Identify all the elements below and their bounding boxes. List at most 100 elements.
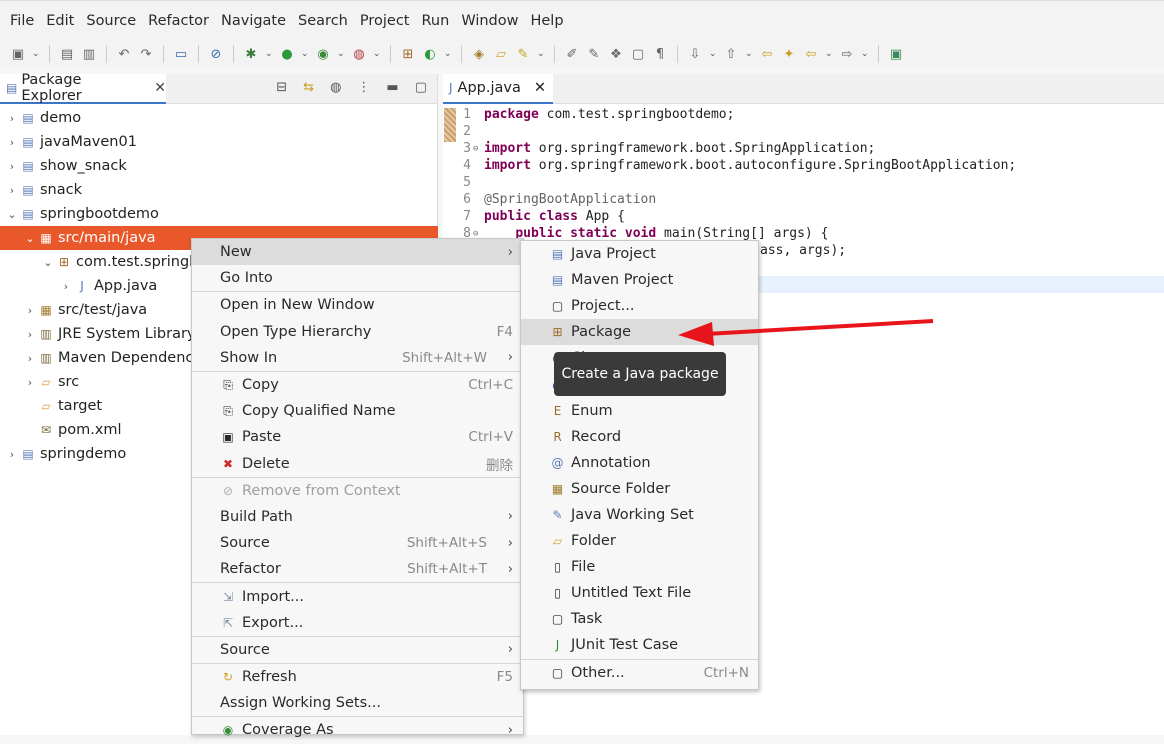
chevron-right-icon[interactable]: ›	[22, 376, 38, 389]
dropdown-icon[interactable]: ⌄	[825, 49, 833, 59]
menu-run[interactable]: Run	[416, 13, 456, 29]
new-icon[interactable]: ▣	[10, 46, 26, 62]
chevron-right-icon[interactable]: ›	[4, 184, 20, 197]
tree-item[interactable]: › ▤ javaMaven01	[0, 130, 438, 154]
tab-package-explorer[interactable]: ▤ Package Explorer ✕	[0, 72, 166, 104]
external-tools-icon[interactable]: ◍	[351, 46, 367, 62]
fold-icon[interactable]: ⊖	[473, 229, 483, 239]
maximize-icon[interactable]: ▢	[415, 80, 427, 95]
menu-item-copy-qualified-name[interactable]: ⎘ Copy Qualified Name	[192, 398, 523, 424]
chevron-right-icon[interactable]: ›	[22, 304, 38, 317]
submenu-item-junit-test-case[interactable]: J JUnit Test Case	[521, 632, 758, 658]
menu-item-source[interactable]: Source ›	[192, 637, 523, 663]
menu-item-source[interactable]: Source Shift+Alt+S ›	[192, 530, 523, 556]
submenu-item-maven-project[interactable]: ▤ Maven Project	[521, 267, 758, 293]
menu-navigate[interactable]: Navigate	[215, 13, 292, 29]
submenu-item-java-project[interactable]: ▤ Java Project	[521, 241, 758, 267]
toggle-mark-icon[interactable]: ❖	[608, 46, 624, 62]
menu-window[interactable]: Window	[455, 13, 524, 29]
last-edit-icon[interactable]: ⇦	[759, 46, 775, 62]
submenu-item-file[interactable]: ▯ File	[521, 554, 758, 580]
submenu-item-record[interactable]: R Record	[521, 424, 758, 450]
redo-icon[interactable]: ↷	[138, 46, 154, 62]
submenu-item-task[interactable]: ▢ Task	[521, 606, 758, 632]
menu-project[interactable]: Project	[354, 13, 416, 29]
debug-icon[interactable]: ✱	[243, 46, 259, 62]
tree-item[interactable]: › ▤ demo	[0, 106, 438, 130]
open-perspective-icon[interactable]: ▣	[888, 46, 904, 62]
link-editor-icon[interactable]: ⇆	[303, 80, 314, 95]
submenu-item-source-folder[interactable]: ▦ Source Folder	[521, 476, 758, 502]
menu-item-refactor[interactable]: Refactor Shift+Alt+T ›	[192, 556, 523, 582]
menu-item-export[interactable]: ⇱ Export...	[192, 610, 523, 636]
menu-item-show-in[interactable]: Show In Shift+Alt+W ›	[192, 345, 523, 371]
tree-item[interactable]: › ▤ show_snack	[0, 154, 438, 178]
chevron-down-icon[interactable]: ⌄	[22, 232, 38, 245]
submenu-item-enum[interactable]: E Enum	[521, 398, 758, 424]
dropdown-icon[interactable]: ⌄	[861, 49, 869, 59]
close-icon[interactable]: ✕	[154, 80, 166, 96]
open-type-icon[interactable]: ◈	[471, 46, 487, 62]
prev-annotation-icon[interactable]: ⇧	[723, 46, 739, 62]
fold-icon[interactable]: ⊖	[473, 144, 483, 154]
chevron-right-icon[interactable]: ›	[22, 328, 38, 341]
skip-breakpoints-icon[interactable]: ⊘	[208, 46, 224, 62]
minimize-icon[interactable]: ▬	[386, 80, 398, 95]
menu-item-copy[interactable]: ⎘ Copy Ctrl+C	[192, 372, 523, 398]
terminal-icon[interactable]: ▭	[173, 46, 189, 62]
chevron-right-icon[interactable]: ›	[4, 136, 20, 149]
menu-edit[interactable]: Edit	[40, 13, 80, 29]
open-resource-icon[interactable]: ▱	[493, 46, 509, 62]
tab-app-java[interactable]: J App.java ✕	[443, 74, 553, 104]
view-menu-icon[interactable]: ⋮	[357, 80, 370, 95]
menu-item-assign-working-sets[interactable]: Assign Working Sets...	[192, 690, 523, 716]
tree-item[interactable]: › ▤ snack	[0, 178, 438, 202]
run-icon[interactable]: ●	[279, 46, 295, 62]
menu-item-new[interactable]: New ›	[192, 239, 523, 266]
menu-item-open-type-hierarchy[interactable]: Open Type Hierarchy F4	[192, 319, 523, 345]
collapse-all-icon[interactable]: ⊟	[276, 80, 287, 95]
dropdown-icon[interactable]: ⌄	[265, 49, 273, 59]
dropdown-icon[interactable]: ⌄	[745, 49, 753, 59]
back-icon[interactable]: ⇦	[803, 46, 819, 62]
menu-source[interactable]: Source	[80, 13, 142, 29]
chevron-right-icon[interactable]: ›	[4, 112, 20, 125]
dropdown-icon[interactable]: ⌄	[373, 49, 381, 59]
dropdown-icon[interactable]: ⌄	[444, 49, 452, 59]
dropdown-icon[interactable]: ⌄	[709, 49, 717, 59]
submenu-item-untitled-text-file[interactable]: ▯ Untitled Text File	[521, 580, 758, 606]
menu-item-refresh[interactable]: ↻ Refresh F5	[192, 664, 523, 690]
submenu-item-other[interactable]: ▢ Other... Ctrl+N	[521, 660, 758, 686]
menu-item-delete[interactable]: ✖ Delete 删除	[192, 451, 523, 477]
next-annotation-icon[interactable]: ⇩	[687, 46, 703, 62]
chevron-right-icon[interactable]: ›	[22, 352, 38, 365]
close-icon[interactable]: ✕	[534, 80, 546, 96]
menu-refactor[interactable]: Refactor	[142, 13, 215, 29]
toggle-block-icon[interactable]: ▢	[630, 46, 646, 62]
chevron-right-icon[interactable]: ›	[4, 448, 20, 461]
new-package-icon[interactable]: ⊞	[400, 46, 416, 62]
forward-icon[interactable]: ⇨	[839, 46, 855, 62]
dropdown-icon[interactable]: ⌄	[537, 49, 545, 59]
show-whitespace-icon[interactable]: ¶	[652, 46, 668, 62]
menu-item-build-path[interactable]: Build Path ›	[192, 504, 523, 530]
dropdown-icon[interactable]: ⌄	[32, 49, 40, 59]
new-class-icon[interactable]: ◐	[422, 46, 438, 62]
menu-help[interactable]: Help	[524, 13, 569, 29]
menu-item-coverage-as[interactable]: ◉ Coverage As ›	[192, 717, 523, 743]
chevron-down-icon[interactable]: ⌄	[4, 208, 20, 221]
dropdown-icon[interactable]: ⌄	[301, 49, 309, 59]
coverage-icon[interactable]: ◉	[315, 46, 331, 62]
chevron-right-icon[interactable]: ›	[4, 160, 20, 173]
annotation-next-icon[interactable]: ✐	[564, 46, 580, 62]
dropdown-icon[interactable]: ⌄	[337, 49, 345, 59]
search-icon[interactable]: ✎	[515, 46, 531, 62]
menu-file[interactable]: File	[4, 13, 40, 29]
save-all-icon[interactable]: ▥	[81, 46, 97, 62]
menu-item-paste[interactable]: ▣ Paste Ctrl+V	[192, 424, 523, 450]
undo-icon[interactable]: ↶	[116, 46, 132, 62]
menu-item-import[interactable]: ⇲ Import...	[192, 583, 523, 609]
chevron-right-icon[interactable]: ›	[58, 280, 74, 293]
tree-item[interactable]: ⌄ ▤ springbootdemo	[0, 202, 438, 226]
annotation-prev-icon[interactable]: ✎	[586, 46, 602, 62]
